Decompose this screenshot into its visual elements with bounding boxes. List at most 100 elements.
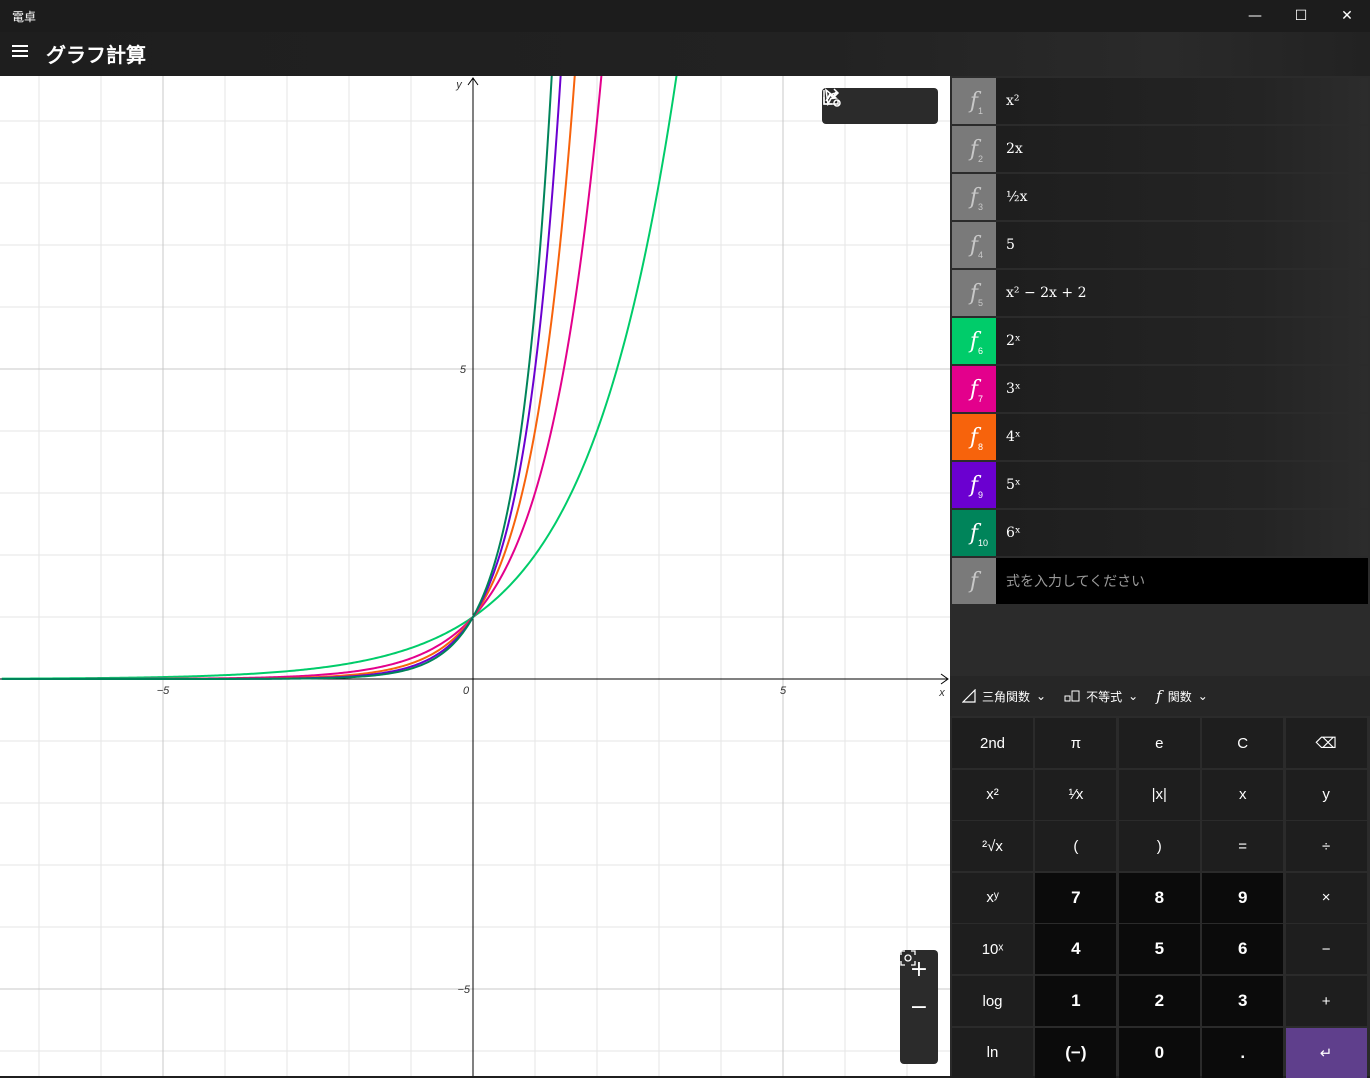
function-color-icon[interactable]: f8 [952, 414, 996, 460]
function-expression[interactable]: x² [996, 78, 1368, 124]
equals-button[interactable]: = [1202, 821, 1284, 872]
add-button[interactable]: + [1285, 976, 1367, 1026]
function-label: f [969, 280, 979, 306]
function-color-icon[interactable]: f7 [952, 366, 996, 412]
function-index: 7 [978, 394, 984, 404]
function-row[interactable]: f 5 x² − 2x + 2 [952, 270, 1368, 316]
log-button[interactable]: log [952, 976, 1033, 1026]
digit-1-button[interactable]: 1 [1035, 976, 1117, 1026]
expression-input[interactable]: 式を入力してください [996, 558, 1368, 604]
reciprocal-button[interactable]: ¹⁄x [1035, 769, 1117, 820]
subtract-button[interactable]: − [1285, 924, 1367, 975]
graph-canvas[interactable]: −550510−5xy + − [0, 76, 950, 1076]
maximize-button[interactable]: ☐ [1278, 0, 1324, 32]
decimal-button[interactable]: . [1202, 1027, 1284, 1078]
function-index: 6 [978, 346, 984, 356]
function-row[interactable]: f 3 ½x [952, 174, 1368, 220]
function-label: f [969, 184, 979, 210]
digit-6-button[interactable]: 6 [1202, 924, 1284, 975]
function-expression[interactable]: ½x [996, 174, 1368, 220]
graph-plot[interactable]: −550510−5xy [0, 76, 950, 1076]
function-color-icon[interactable]: f9 [952, 462, 996, 508]
ten-power-button[interactable]: 10ˣ [952, 924, 1033, 975]
share-icon[interactable] [823, 88, 895, 121]
trig-dropdown[interactable]: 三角関数 ⌄ [962, 688, 1046, 705]
ln-button[interactable]: ln [952, 1027, 1033, 1078]
function-row[interactable]: f 7 3ˣ [952, 366, 1368, 412]
inequality-dropdown[interactable]: 不等式 ⌄ [1064, 688, 1138, 705]
function-color-icon[interactable]: f1 [952, 78, 996, 124]
divide-button[interactable]: ÷ [1285, 821, 1367, 872]
function-expression[interactable]: x² − 2x + 2 [996, 270, 1368, 316]
e-button[interactable]: e [1118, 718, 1200, 768]
function-icon: f [1156, 687, 1162, 705]
function-label: f [969, 520, 979, 546]
tick-label-y: 5 [460, 364, 467, 376]
function-expression[interactable]: 6ˣ [996, 510, 1368, 556]
function-color-icon[interactable]: f4 [952, 222, 996, 268]
function-color-icon[interactable]: f6 [952, 318, 996, 364]
digit-8-button[interactable]: 8 [1118, 872, 1200, 923]
function-row[interactable]: f 8 4ˣ [952, 414, 1368, 460]
function-expression[interactable]: 2x [996, 126, 1368, 172]
digit-4-button[interactable]: 4 [1035, 924, 1117, 975]
function-dropdown[interactable]: f 関数 ⌄ [1156, 687, 1208, 705]
digit-5-button[interactable]: 5 [1118, 924, 1200, 975]
clear-button[interactable]: C [1202, 718, 1284, 768]
digit-2-button[interactable]: 2 [1118, 976, 1200, 1026]
function-color-icon[interactable]: f 10 [952, 510, 996, 556]
app-header: グラフ計算 [0, 32, 1370, 76]
function-color-icon[interactable]: f2 [952, 126, 996, 172]
square-button[interactable]: x² [952, 769, 1033, 820]
graph-settings-icon[interactable] [823, 90, 931, 121]
digit-7-button[interactable]: 7 [1035, 872, 1117, 923]
function-color-icon[interactable]: f3 [952, 174, 996, 220]
function-expression[interactable]: 5ˣ [996, 462, 1368, 508]
function-index: 10 [978, 538, 989, 548]
function-row[interactable]: f 10 6ˣ [952, 510, 1368, 556]
function-expression[interactable]: 4ˣ [996, 414, 1368, 460]
function-row[interactable]: f 1 x² [952, 78, 1368, 124]
negate-button[interactable]: (−) [1035, 1027, 1117, 1078]
tick-label-x: 5 [780, 685, 787, 697]
minimize-button[interactable]: — [1232, 0, 1278, 32]
function-row[interactable]: f 2 2x [952, 126, 1368, 172]
new-function-row[interactable]: f 式を入力してください [952, 558, 1368, 604]
y-variable-button[interactable]: y [1285, 769, 1367, 820]
function-label: 関数 [1167, 689, 1192, 704]
function-expression[interactable]: 2ˣ [996, 318, 1368, 364]
enter-button[interactable]: ↵ [1285, 1027, 1367, 1078]
y-axis-label: y [455, 79, 463, 91]
series-line-f10 [1, 76, 553, 680]
title-bar: 電卓 — ☐ ✕ [0, 0, 1370, 32]
multiply-button[interactable]: × [1285, 872, 1367, 923]
power-button[interactable]: xʸ [952, 872, 1033, 923]
backspace-button[interactable]: ⌫ [1285, 718, 1367, 768]
function-expression[interactable]: 5 [996, 222, 1368, 268]
root-button[interactable]: ²√x [952, 821, 1033, 872]
zoom-out-button[interactable]: − [900, 988, 938, 1026]
function-label: f [969, 232, 979, 258]
function-color-icon[interactable]: f5 [952, 270, 996, 316]
open-paren-button[interactable]: ( [1035, 821, 1117, 872]
hamburger-menu-icon[interactable] [10, 42, 32, 64]
function-row[interactable]: f 9 5ˣ [952, 462, 1368, 508]
second-button[interactable]: 2nd [952, 718, 1033, 768]
digit-3-button[interactable]: 3 [1202, 976, 1284, 1026]
digit-9-button[interactable]: 9 [1202, 872, 1284, 923]
x-variable-button[interactable]: x [1202, 769, 1284, 820]
digit-0-button[interactable]: 0 [1118, 1027, 1200, 1078]
chevron-down-icon: ⌄ [1197, 689, 1208, 703]
function-row[interactable]: f45 [952, 222, 1368, 268]
pi-button[interactable]: π [1035, 718, 1117, 768]
keyboard-options: 三角関数 ⌄ 不等式 ⌄ f 関数 ⌄ [950, 676, 1370, 716]
close-button[interactable]: ✕ [1324, 0, 1370, 32]
function-row[interactable]: f 6 2ˣ [952, 318, 1368, 364]
function-label: f [969, 88, 979, 114]
function-label: f [969, 328, 979, 354]
graph-toolbar [822, 88, 938, 124]
abs-button[interactable]: |x| [1118, 769, 1200, 820]
function-expression[interactable]: 3ˣ [996, 366, 1368, 412]
fit-view-icon[interactable] [900, 950, 938, 1064]
close-paren-button[interactable]: ) [1118, 821, 1200, 872]
